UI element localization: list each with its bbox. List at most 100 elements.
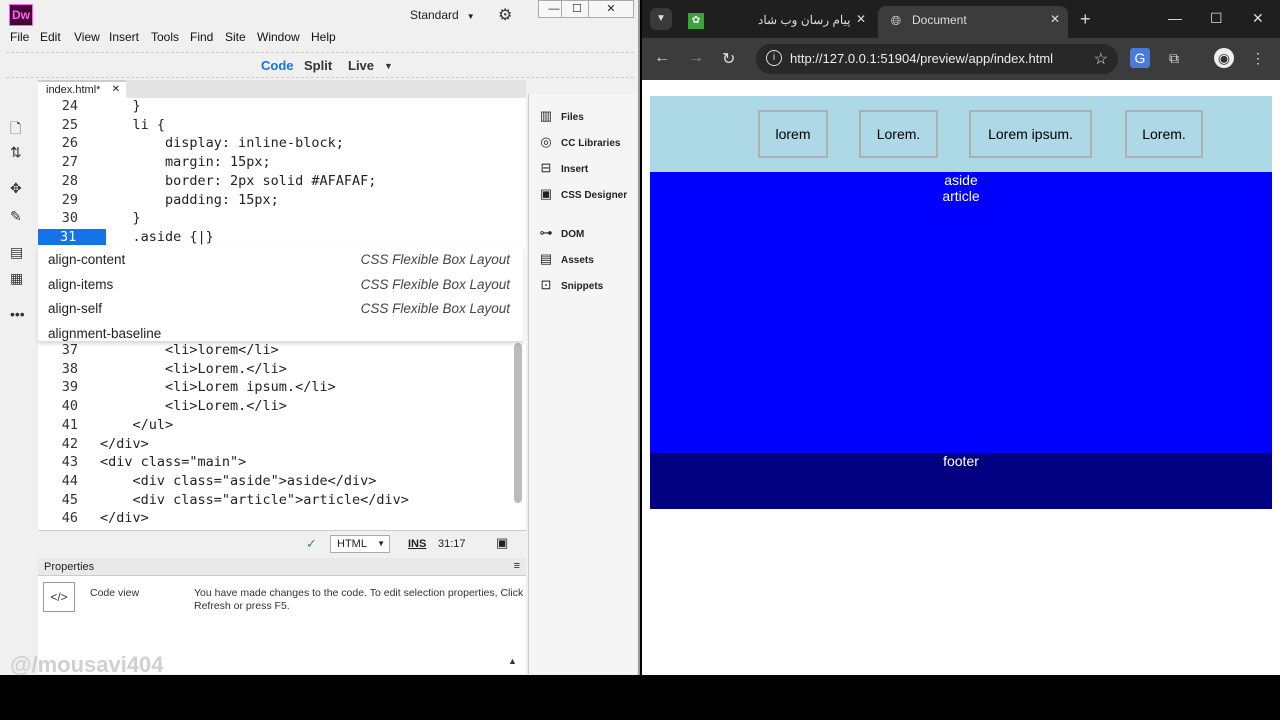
menu-find[interactable]: Find <box>190 30 213 44</box>
panel-snippets[interactable]: ⊡ Snippets <box>537 277 604 293</box>
close-icon[interactable]: ✕ <box>112 84 120 95</box>
code-line[interactable]: 39 <li>Lorem ipsum.</li> <box>38 379 518 397</box>
address-bar[interactable]: i http://127.0.0.1:51904/preview/app/ind… <box>756 44 1118 74</box>
properties-title: Properties <box>44 561 95 573</box>
panel-insert[interactable]: ⊟ Insert <box>537 160 589 176</box>
panel-cc-libraries[interactable]: ◎ CC Libraries <box>537 134 620 150</box>
code-hint-name: align-self <box>48 301 103 316</box>
language-select[interactable]: HTML ▼ <box>330 535 390 553</box>
language-value: HTML <box>337 538 367 550</box>
menu-window[interactable]: Window <box>257 30 300 44</box>
gear-icon[interactable]: ⚙ <box>498 5 512 25</box>
code-line[interactable]: 31 .aside {|} <box>38 228 518 247</box>
code-line[interactable]: 37 <li>lorem</li> <box>38 342 518 360</box>
close-button[interactable]: ✕ <box>1252 10 1264 27</box>
line-number: 26 <box>61 135 78 152</box>
code-line[interactable]: 45 <div class="article">article</div> <box>38 492 518 510</box>
line-number: 29 <box>61 191 78 208</box>
code-hint-item[interactable]: align-content CSS Flexible Box Layout <box>48 246 518 270</box>
menu-view[interactable]: View <box>74 30 100 44</box>
profile-avatar[interactable]: ◉ <box>1214 48 1234 68</box>
menu-edit[interactable]: Edit <box>40 30 61 44</box>
menu-help[interactable]: Help <box>311 30 336 44</box>
tab-search-icon[interactable]: ▼ <box>650 8 672 30</box>
line-number: 44 <box>61 472 78 489</box>
menu-icon[interactable]: ≡ <box>514 560 520 572</box>
code-line[interactable]: 28 border: 2px solid #AFAFAF; <box>38 173 518 191</box>
close-button[interactable]: ✕ <box>588 0 634 18</box>
comment-icon[interactable]: ▤ <box>10 244 23 261</box>
menu-dots-icon[interactable]: ⋮ <box>1248 48 1268 68</box>
code-line[interactable]: 40 <li>Lorem.</li> <box>38 398 518 416</box>
code-line[interactable]: 27 margin: 15px; <box>38 154 518 172</box>
page-aside: aside <box>944 172 978 188</box>
tab-label: index.html* <box>46 84 101 96</box>
code-hint-popup[interactable]: align-content CSS Flexible Box Layout alig… <box>38 246 523 342</box>
more-icon[interactable]: ••• <box>10 306 25 322</box>
close-icon[interactable]: ✕ <box>1050 12 1060 26</box>
panel-files[interactable]: ▥ Files <box>537 108 584 124</box>
code-hint-item[interactable]: align-self CSS Flexible Box Layout <box>48 295 518 319</box>
menu-site[interactable]: Site <box>225 30 246 44</box>
chrome-toolbar: ← → ↻ i http://127.0.0.1:51904/preview/a… <box>642 38 1280 80</box>
code-line[interactable]: 44 <div class="aside">aside</div> <box>38 473 518 491</box>
brush-icon[interactable]: ✎ <box>10 208 22 225</box>
code-hint-item[interactable]: align-items CSS Flexible Box Layout <box>48 271 518 295</box>
code-line[interactable]: 24 } <box>38 98 518 116</box>
translate-icon[interactable]: G <box>1130 48 1150 68</box>
code-text: <li>lorem</li> <box>100 342 279 358</box>
menu-tools[interactable]: Tools <box>151 30 179 44</box>
code-line[interactable]: 25 li { <box>38 117 518 135</box>
code-line[interactable]: 26 display: inline-block; <box>38 135 518 153</box>
dw-logo: Dw <box>9 4 33 26</box>
collapse-up-icon[interactable]: ▲ <box>508 656 517 666</box>
reload-icon[interactable]: ↻ <box>722 49 735 69</box>
view-live-button[interactable]: Live <box>348 58 374 73</box>
insert-mode-indicator[interactable]: INS <box>408 538 426 550</box>
format-icon[interactable]: ▦ <box>10 270 23 287</box>
menu-insert[interactable]: Insert <box>109 30 139 44</box>
sort-icon[interactable]: ⇅ <box>10 144 22 161</box>
editor-scrollbar[interactable] <box>514 343 522 503</box>
code-text: </div> <box>100 435 149 452</box>
code-line[interactable]: 29 padding: 15px; <box>38 192 518 210</box>
nav-item: Lorem. <box>1125 110 1203 158</box>
minimize-button[interactable]: — <box>1168 10 1182 26</box>
code-line[interactable]: 41 </ul> <box>38 417 518 435</box>
panel-dom[interactable]: ⊶ DOM <box>537 225 585 241</box>
tab-index-html[interactable]: index.html* ✕ <box>38 80 126 99</box>
properties-panel-header: Properties ≡ <box>38 558 526 576</box>
line-number: 46 <box>61 510 78 527</box>
workspace-switcher[interactable]: Standard ▼ <box>410 8 475 22</box>
tab-document[interactable]: 🌐︎ Document ✕ <box>878 6 1068 38</box>
view-split-button[interactable]: Split <box>304 58 332 73</box>
panel-assets[interactable]: ▤ Assets <box>537 251 594 267</box>
code-line[interactable]: 30 } <box>38 210 518 228</box>
back-icon[interactable]: ← <box>654 49 670 67</box>
view-code-button[interactable]: Code <box>261 58 294 73</box>
line-number: 30 <box>61 210 78 227</box>
code-line[interactable]: 46 </div> <box>38 510 518 528</box>
maximize-button[interactable]: ☐ <box>1210 10 1223 27</box>
forward-icon[interactable]: → <box>688 49 704 67</box>
tab-shad[interactable]: ✿ پیام رسان وب شاد ✕ <box>678 6 874 38</box>
chevron-down-icon[interactable]: ▼ <box>384 61 393 71</box>
code-text: display: inline-block; <box>100 135 344 152</box>
close-icon[interactable]: ✕ <box>856 12 866 26</box>
code-text: <div class="article">article</div> <box>100 491 409 508</box>
code-line[interactable]: 38 <li>Lorem.</li> <box>38 361 518 379</box>
window-size-icon[interactable]: ▣ <box>496 535 508 551</box>
panel-css-designer[interactable]: ▣ CSS Designer <box>537 186 627 202</box>
new-tab-button[interactable]: + <box>1080 9 1091 30</box>
file-icon[interactable]: 🗋 <box>10 118 21 142</box>
expand-icon[interactable]: ✥ <box>10 180 22 197</box>
code-line[interactable]: 42 </div> <box>38 436 518 454</box>
site-info-icon[interactable]: i <box>766 50 782 66</box>
tab-document-title: Document <box>912 13 967 27</box>
bookmark-star-icon[interactable]: ☆ <box>1094 49 1108 69</box>
code-text: } <box>100 98 141 114</box>
code-line[interactable]: 43 <div class="main"> <box>38 454 518 472</box>
code-hint-item[interactable]: alignment-baseline <box>48 320 518 344</box>
extensions-icon[interactable]: ⧉ <box>1164 48 1184 68</box>
menu-file[interactable]: File <box>10 30 29 44</box>
